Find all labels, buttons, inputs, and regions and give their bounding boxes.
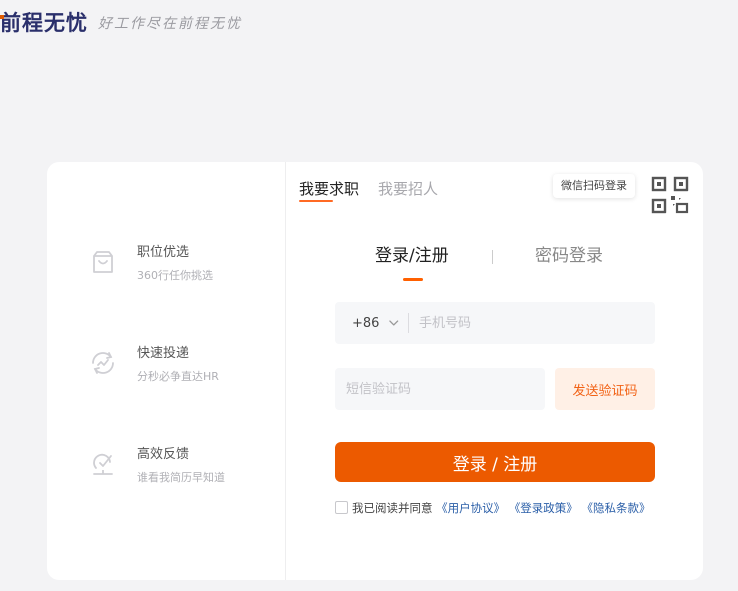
field-divider (408, 313, 409, 333)
login-register-button[interactable]: 登录 / 注册 (335, 442, 655, 482)
site-logo[interactable]: 前程无忧 好工作尽在前程无忧 (0, 10, 242, 36)
feature-title: 快速投递 (137, 346, 190, 361)
country-code-value: +86 (352, 315, 380, 331)
login-panel: 我要求职 我要招人 微信扫码登录 登录/注册 密码登录 +86 手机号码 短信验… (287, 162, 703, 580)
shopping-bag-icon (93, 251, 113, 273)
login-method-tabs: 登录/注册 密码登录 (335, 244, 655, 281)
tab-password-login[interactable]: 密码登录 (535, 244, 603, 268)
feature-desc: 谁看我简历早知道 (137, 471, 225, 484)
refresh-chart-icon (92, 352, 114, 374)
wechat-login-tooltip[interactable]: 微信扫码登录 (553, 174, 635, 198)
tab-recruiter[interactable]: 我要招人 (378, 179, 438, 199)
country-code-select[interactable]: +86 (352, 316, 400, 331)
privacy-policy-link[interactable]: 《隐私条款》 (581, 501, 650, 515)
agree-checkbox[interactable] (335, 501, 348, 514)
tab-divider (492, 250, 493, 264)
phone-field: +86 (335, 302, 655, 344)
chevron-down-icon (389, 320, 399, 326)
phone-input[interactable] (419, 302, 639, 344)
feature-item-fast-delivery: 快速投递 分秒必争直达HR (89, 345, 219, 384)
tab-sms-login[interactable]: 登录/注册 (375, 244, 449, 268)
user-agreement-link[interactable]: 《用户协议》 (436, 501, 505, 515)
feature-panel: 职位优选 360行任你挑选 快速投递 分秒必争直达HR 高效反馈 谁看我简历早知… (47, 162, 286, 580)
qr-code-icon[interactable] (649, 174, 691, 216)
feature-desc: 分秒必争直达HR (137, 370, 219, 383)
feature-title: 高效反馈 (137, 447, 190, 462)
tab-job-seeker[interactable]: 我要求职 (299, 179, 359, 202)
active-tab-indicator (403, 278, 423, 281)
agreement-text: 我已阅读并同意 (352, 501, 433, 515)
role-tabs: 我要求职 我要招人 (299, 179, 457, 202)
brand-slogan: 好工作尽在前程无忧 (98, 16, 242, 32)
feature-item-feedback: 高效反馈 谁看我简历早知道 (89, 446, 225, 485)
feature-desc: 360行任你挑选 (137, 269, 213, 282)
sms-code-input[interactable] (335, 368, 545, 410)
agreement: 我已阅读并同意 《用户协议》 《登录政策》 《隐私条款》 (335, 499, 655, 518)
brand-name: 前程无忧 (0, 11, 88, 35)
feedback-icon (93, 453, 113, 475)
send-code-button[interactable]: 发送验证码 (555, 368, 655, 410)
feature-item-job-selection: 职位优选 360行任你挑选 (89, 244, 213, 283)
login-card: 职位优选 360行任你挑选 快速投递 分秒必争直达HR 高效反馈 谁看我简历早知… (47, 162, 703, 580)
feature-title: 职位优选 (137, 245, 190, 260)
login-policy-link[interactable]: 《登录政策》 (509, 501, 578, 515)
